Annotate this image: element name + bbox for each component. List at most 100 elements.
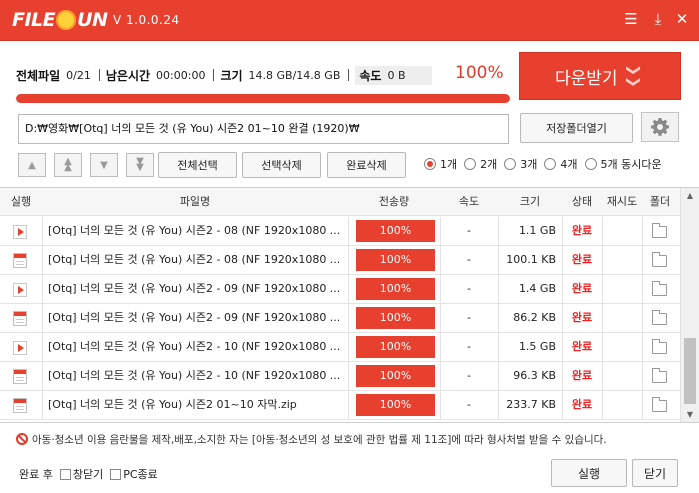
download-button-label: 다운받기 — [554, 68, 618, 89]
move-down-button[interactable]: ▼ — [90, 153, 118, 177]
table-row[interactable]: [Otq] 너의 모든 것 (유 You) 시즌2 - 09 (NF 1920x… — [0, 275, 680, 304]
table-row[interactable]: [Otq] 너의 모든 것 (유 You) 시즌2 01~10 자막.zip 10… — [0, 391, 680, 420]
concurrency-radio-5[interactable]: 5개 동시다운 — [584, 156, 662, 172]
folder-icon[interactable] — [652, 281, 667, 296]
concurrency-radio-3[interactable]: 3개 — [504, 156, 537, 172]
column-divider — [348, 304, 349, 332]
transfer-speed: - — [467, 340, 471, 353]
column-divider — [642, 362, 643, 390]
folder-icon[interactable] — [652, 310, 667, 325]
folder-icon[interactable] — [652, 368, 667, 383]
document-icon[interactable] — [13, 369, 27, 384]
size-value: 14.8 GB/14.8 GB — [248, 68, 341, 82]
table-row[interactable]: [Otq] 너의 모든 것 (유 You) 시즌2 - 08 (NF 1920x… — [0, 246, 680, 275]
column-divider — [348, 362, 349, 390]
file-size: 233.7 KB — [506, 398, 556, 411]
overall-progress-bar — [16, 94, 510, 103]
menu-icon[interactable]: ☰ — [622, 10, 640, 28]
folder-icon[interactable] — [652, 223, 667, 238]
column-divider — [42, 362, 43, 390]
close-icon[interactable]: ✕ — [673, 10, 691, 28]
header-retry[interactable]: 재시도 — [602, 188, 642, 216]
play-video-icon[interactable] — [13, 341, 27, 355]
transfer-speed: - — [467, 398, 471, 411]
column-divider — [42, 304, 43, 332]
header-transferred[interactable]: 전송량 — [348, 188, 440, 216]
move-bottom-button[interactable]: ▼ ▼ — [126, 153, 154, 177]
radio-dot-icon — [544, 158, 557, 170]
after-complete-label: 완료 후 — [19, 468, 53, 481]
play-video-icon[interactable] — [13, 283, 27, 297]
speed-box: 속도 0 B — [355, 65, 432, 85]
transfer-speed: - — [467, 224, 471, 237]
move-up-button[interactable]: ▲ ▲ — [54, 153, 82, 177]
header-speed[interactable]: 속도 — [440, 188, 498, 216]
header-status[interactable]: 상태 — [562, 188, 602, 216]
transfer-progress: 100% — [356, 249, 435, 271]
header-run[interactable]: 실행 — [0, 188, 42, 216]
prohibited-icon — [16, 433, 28, 445]
header-size[interactable]: 크기 — [498, 188, 562, 216]
table-scrollbar[interactable]: ▲ ▼ — [680, 188, 699, 422]
app-logo: FILE UN — [12, 8, 108, 32]
retry-count — [602, 275, 642, 303]
delete-selected-button[interactable]: 선택삭제 — [242, 152, 321, 178]
minimize-download-icon[interactable]: ⤓ — [649, 10, 667, 28]
speed-value: 0 B — [387, 68, 406, 82]
folder-icon[interactable] — [652, 252, 667, 267]
checkbox-box — [110, 468, 122, 480]
settings-button[interactable] — [641, 112, 679, 142]
file-name: [Otq] 너의 모든 것 (유 You) 시즌2 - 09 (NF 1920x… — [48, 311, 341, 324]
concurrency-radio-2[interactable]: 2개 — [464, 156, 497, 172]
header-folder[interactable]: 폴더 — [642, 188, 678, 216]
triangle-down-icon: ▼ — [100, 159, 108, 171]
folder-icon[interactable] — [652, 339, 667, 354]
delete-completed-button[interactable]: 완료삭제 — [327, 152, 406, 178]
column-divider — [42, 246, 43, 274]
save-path-input[interactable]: D:₩영화₩[Otq] 너의 모든 것 (유 You) 시즌2 01~10 완결… — [18, 114, 509, 144]
close-window-checkbox[interactable]: 창닫기 — [59, 466, 103, 482]
concurrency-radio-4[interactable]: 4개 — [544, 156, 578, 172]
table-row[interactable]: [Otq] 너의 모든 것 (유 You) 시즌2 - 08 (NF 1920x… — [0, 217, 680, 246]
open-save-folder-button[interactable]: 저장폴더열기 — [520, 113, 633, 143]
document-icon[interactable] — [13, 253, 27, 268]
column-divider — [642, 275, 643, 303]
scrollbar-thumb[interactable] — [684, 338, 696, 404]
status-badge: 완료 — [571, 340, 593, 353]
table-row[interactable]: [Otq] 너의 모든 것 (유 You) 시즌2 - 10 (NF 1920x… — [0, 362, 680, 391]
triangle-up-icon: ▲ — [28, 159, 36, 171]
column-divider — [642, 217, 643, 245]
concurrency-radio-1[interactable]: 1개 — [424, 156, 457, 172]
table-row[interactable]: [Otq] 너의 모든 것 (유 You) 시즌2 - 10 (NF 1920x… — [0, 333, 680, 362]
transfer-progress: 100% — [356, 307, 435, 329]
total-files-value: 0/21 — [66, 68, 91, 82]
document-icon[interactable] — [13, 398, 27, 413]
select-all-button[interactable]: 전체선택 — [158, 152, 237, 178]
file-size: 1.5 GB — [518, 340, 556, 353]
download-button[interactable]: 다운받기 ❯❯ — [519, 52, 681, 100]
title-bar: FILE UN V 1.0.0.24 ☰ ⤓ ✕ — [0, 0, 699, 41]
column-divider — [642, 304, 643, 332]
radio-dot-icon — [504, 158, 517, 170]
column-divider — [348, 391, 349, 419]
remaining-time-label: 남은시간 — [105, 68, 151, 83]
double-chevron-down-icon: ❯❯ — [625, 64, 642, 88]
scroll-up-icon[interactable]: ▲ — [685, 191, 695, 201]
close-button[interactable]: 닫기 — [632, 459, 678, 487]
file-size: 1.4 GB — [518, 282, 556, 295]
move-top-button[interactable]: ▲ — [18, 153, 46, 177]
run-button[interactable]: 실행 — [551, 459, 627, 487]
column-divider — [642, 246, 643, 274]
status-badge: 완료 — [571, 253, 593, 266]
play-video-icon[interactable] — [13, 225, 27, 239]
stats-row: 전체파일 0/21 남은시간 00:00:00 크기 14.8 GB/14.8 … — [16, 65, 432, 85]
document-icon[interactable] — [13, 311, 27, 326]
folder-icon[interactable] — [652, 397, 667, 412]
header-filename[interactable]: 파일명 — [42, 188, 348, 216]
scroll-down-icon[interactable]: ▼ — [685, 410, 695, 420]
table-row[interactable]: [Otq] 너의 모든 것 (유 You) 시즌2 - 09 (NF 1920x… — [0, 304, 680, 333]
pc-shutdown-checkbox[interactable]: PC종료 — [110, 466, 158, 482]
file-name: [Otq] 너의 모든 것 (유 You) 시즌2 - 09 (NF 1920x… — [48, 282, 341, 295]
file-size: 100.1 KB — [506, 253, 556, 266]
column-divider — [642, 391, 643, 419]
